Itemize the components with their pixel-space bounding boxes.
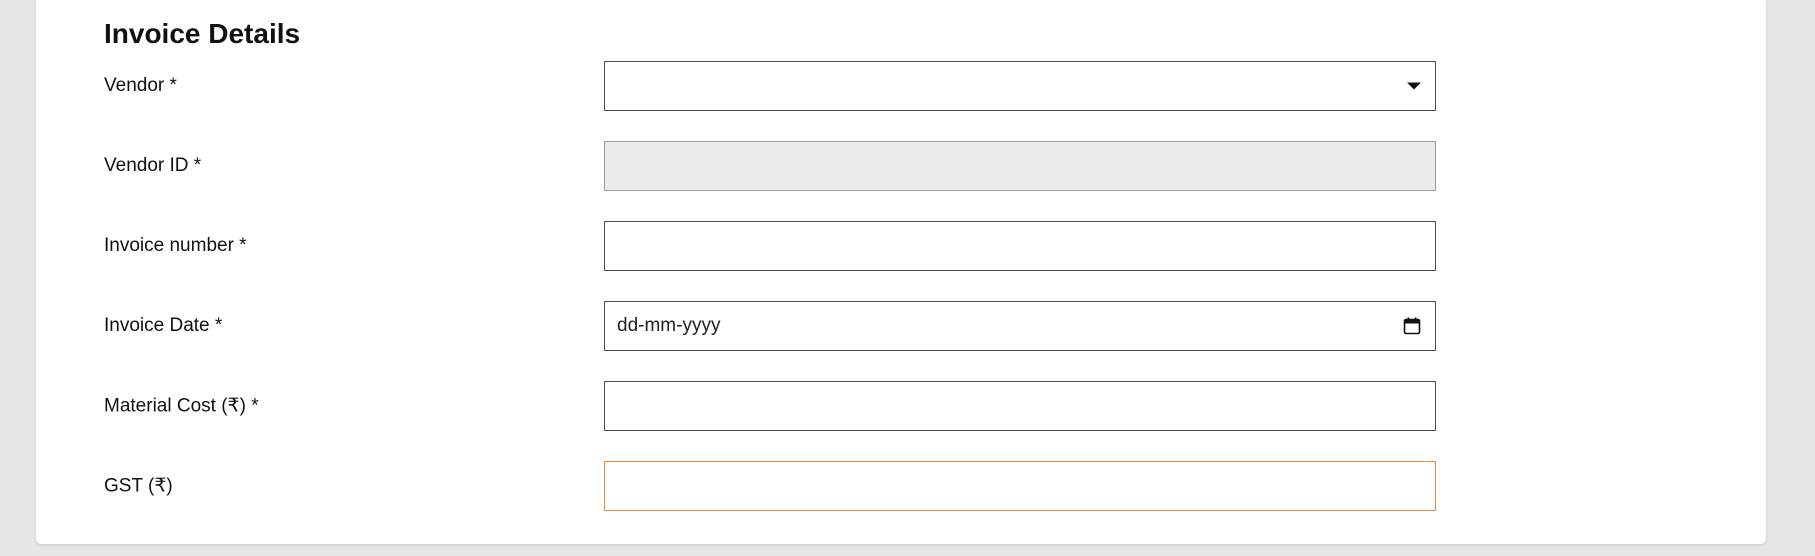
gst-field[interactable] (604, 461, 1436, 511)
vendor-label: Vendor * (104, 75, 177, 96)
vendor-select[interactable] (604, 61, 1436, 111)
vendor-id-row: Vendor ID * (104, 141, 1436, 191)
vendor-row: Vendor * (104, 61, 1436, 111)
section-title: Invoice Details (104, 18, 301, 49)
gst-label: GST (₹) (104, 475, 173, 497)
gst-row: GST (₹) (104, 461, 1436, 511)
invoice-number-input[interactable] (605, 222, 1435, 270)
material-cost-field[interactable] (604, 381, 1436, 431)
invoice-date-input[interactable] (605, 302, 1435, 350)
invoice-number-row: Invoice number * (104, 221, 1436, 271)
invoice-details-card: Invoice Details Vendor * Vendor ID * Inv… (36, 0, 1766, 544)
invoice-date-row: Invoice Date * (104, 301, 1436, 351)
gst-input[interactable] (605, 462, 1435, 510)
invoice-number-label: Invoice number * (104, 235, 247, 256)
calendar-icon[interactable] (1403, 317, 1421, 335)
vendor-id-label: Vendor ID * (104, 155, 202, 176)
vendor-id-input (605, 142, 1435, 190)
invoice-number-field[interactable] (604, 221, 1436, 271)
vendor-id-field (604, 141, 1436, 191)
invoice-date-label: Invoice Date * (104, 315, 223, 336)
material-cost-label: Material Cost (₹) * (104, 395, 259, 417)
chevron-down-icon[interactable] (1407, 82, 1421, 90)
vendor-select-value[interactable] (605, 62, 1435, 110)
invoice-date-field[interactable] (604, 301, 1436, 351)
material-cost-input[interactable] (605, 382, 1435, 430)
material-cost-row: Material Cost (₹) * (104, 381, 1436, 431)
